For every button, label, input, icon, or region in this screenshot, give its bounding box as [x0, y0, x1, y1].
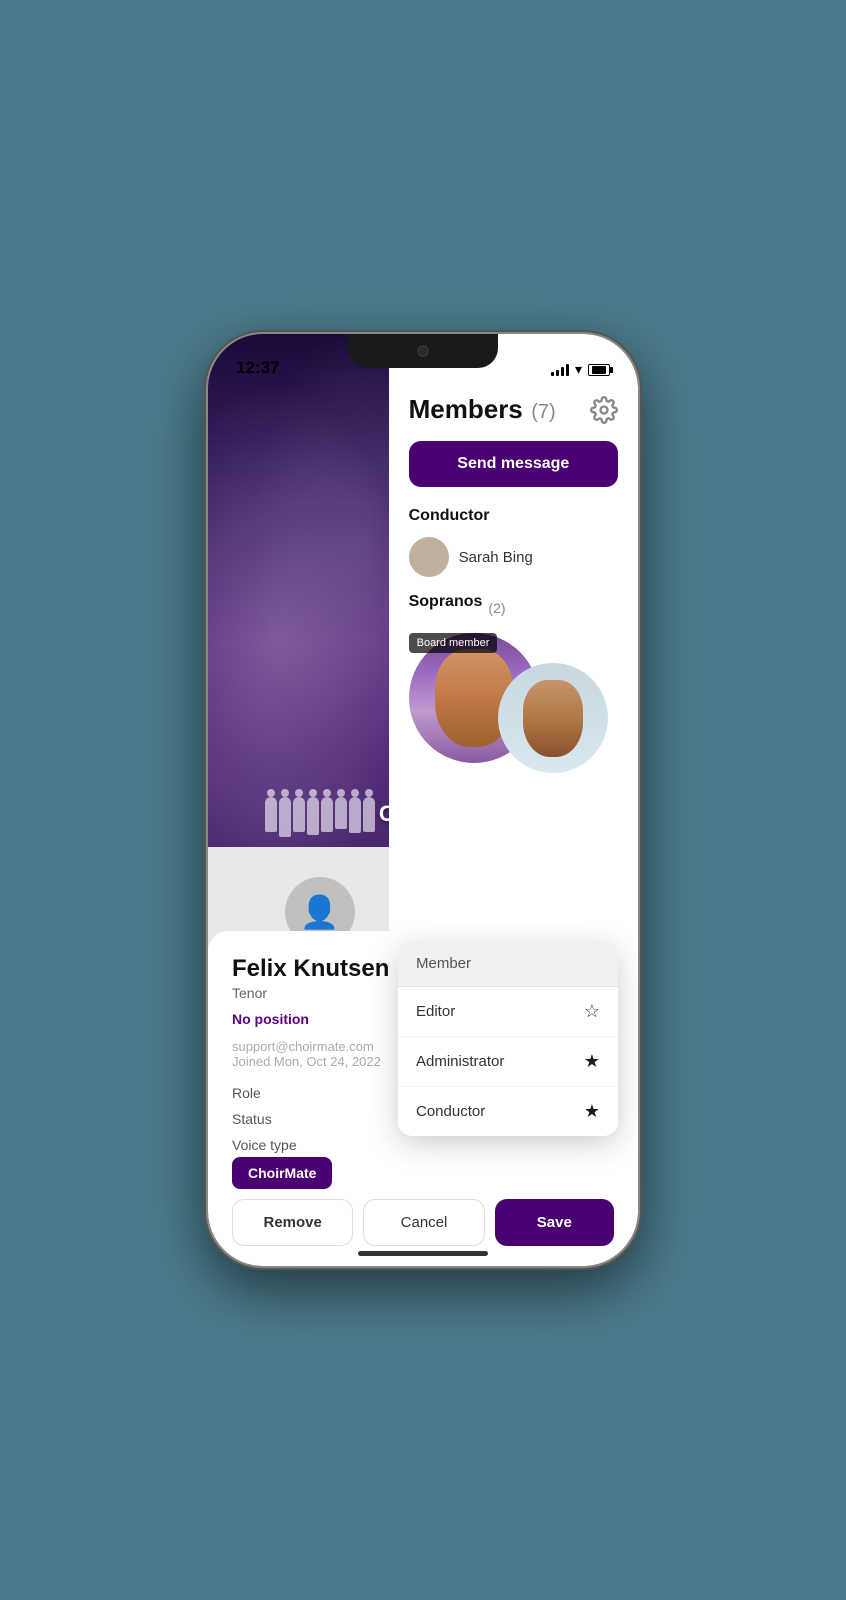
status-icons: ▾ [551, 361, 610, 378]
board-member-badge: Board member [409, 633, 498, 653]
conductor-section-title: Conductor [409, 507, 618, 525]
conductor-row[interactable]: Sarah Bing [409, 537, 618, 577]
status-time: 12:37 [236, 358, 279, 378]
sopranos-header: Sopranos (2) [409, 593, 618, 623]
voice-type-field-row: Voice type [232, 1137, 614, 1153]
phone-frame: 12:37 ▾ [208, 334, 638, 1266]
remove-button[interactable]: Remove [232, 1199, 353, 1246]
conductor-name: Sarah Bing [459, 549, 533, 566]
home-indicator [358, 1251, 488, 1256]
signal-bars-icon [551, 364, 569, 376]
send-message-button[interactable]: Send message [409, 441, 618, 487]
person-icon: 👤 [300, 893, 340, 931]
screen: 12:37 ▾ [208, 334, 638, 1266]
dropdown-editor-label: Editor [416, 1003, 455, 1020]
members-title: Members [409, 394, 523, 424]
members-title-group: Members (7) [409, 394, 556, 425]
action-buttons: Remove Cancel Save [232, 1199, 614, 1246]
save-button[interactable]: Save [495, 1199, 614, 1246]
administrator-star-icon: ★ [584, 1051, 600, 1072]
dropdown-item-administrator[interactable]: Administrator ★ [398, 1037, 618, 1087]
members-count: (7) [531, 401, 555, 423]
camera [417, 345, 429, 357]
notch [348, 334, 498, 368]
role-dropdown: Member Editor ☆ Administrator ★ Conducto… [398, 941, 618, 1136]
sopranos-count: (2) [488, 600, 505, 616]
choirmate-badge: ChoirMate [232, 1157, 332, 1189]
status-label: Status [232, 1111, 322, 1127]
member-photos: Board member [409, 633, 618, 783]
dropdown-header: Member [398, 941, 618, 987]
role-label: Role [232, 1085, 322, 1101]
conductor-avatar [409, 537, 449, 577]
dropdown-administrator-label: Administrator [416, 1053, 504, 1070]
soprano-photo-2[interactable] [498, 663, 608, 773]
editor-star-icon: ☆ [584, 1001, 600, 1022]
cancel-button[interactable]: Cancel [363, 1199, 484, 1246]
dropdown-item-editor[interactable]: Editor ☆ [398, 987, 618, 1037]
sopranos-section-title: Sopranos [409, 593, 483, 611]
battery-icon [588, 364, 610, 376]
wifi-icon: ▾ [575, 361, 582, 378]
voice-type-field-label: Voice type [232, 1137, 322, 1153]
conductor-star-icon: ★ [584, 1101, 600, 1122]
dropdown-item-conductor[interactable]: Conductor ★ [398, 1087, 618, 1136]
settings-icon[interactable] [590, 396, 618, 424]
dropdown-conductor-label: Conductor [416, 1103, 485, 1120]
members-header: Members (7) [409, 394, 618, 425]
